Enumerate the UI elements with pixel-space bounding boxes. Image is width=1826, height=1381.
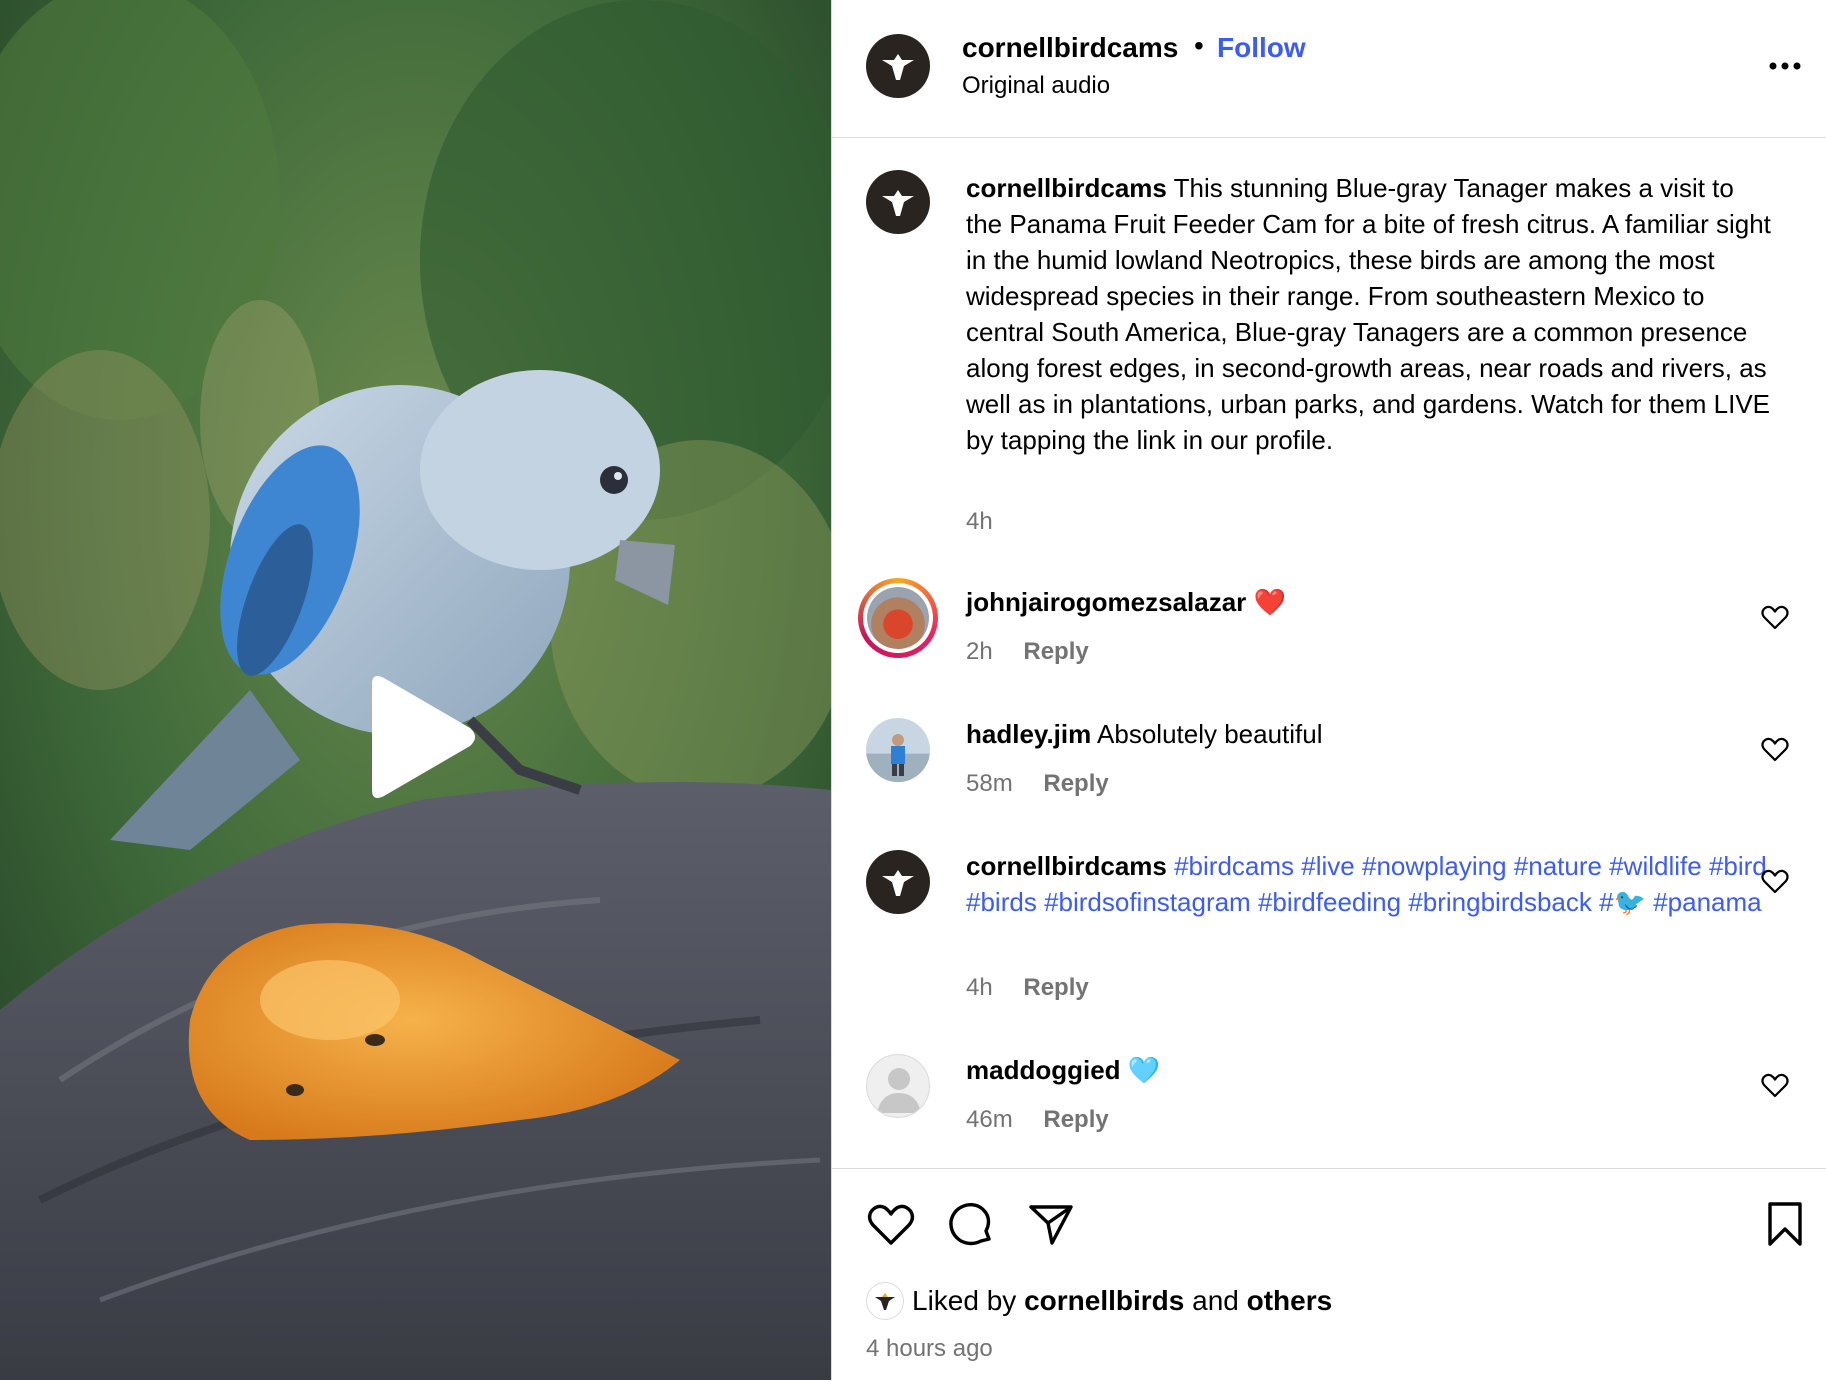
liked-by-prefix: Liked by <box>912 1285 1017 1316</box>
comment-meta: 2h Reply <box>966 638 1089 666</box>
more-options-icon <box>1769 62 1801 70</box>
hashtag-link[interactable]: #bringbirdsback <box>1408 887 1592 917</box>
hashtag-link[interactable]: #bird <box>1709 851 1767 881</box>
caption-body: This stunning Blue-gray Tanager makes a … <box>966 173 1771 455</box>
comment-username[interactable]: maddoggied <box>966 1055 1121 1085</box>
comment-avatar[interactable] <box>866 1054 930 1118</box>
cornell-logo-icon <box>882 54 914 80</box>
cornell-logo-icon <box>875 1293 895 1310</box>
comment-meta: 4h Reply <box>966 974 1089 1002</box>
heart-icon <box>1761 605 1789 630</box>
comment-like-button[interactable] <box>1760 1070 1790 1100</box>
comment-body: ❤️ <box>1253 587 1286 617</box>
post-actions: Liked by cornellbirds and others 4 hours… <box>832 1168 1826 1381</box>
reply-button[interactable]: Reply <box>1023 638 1088 665</box>
hashtag-link[interactable]: #birdfeeding <box>1258 887 1401 917</box>
heart-icon <box>1761 737 1789 762</box>
liked-by-and: and <box>1192 1285 1239 1316</box>
like-button[interactable] <box>866 1199 916 1249</box>
caption-username[interactable]: cornellbirdcams <box>966 173 1167 203</box>
reply-button[interactable]: Reply <box>1043 1106 1108 1133</box>
comment-body: Absolutely beautiful <box>1097 719 1323 749</box>
post-header: cornellbirdcams • Follow Original audio <box>832 0 1826 138</box>
comment-body: 🩵 <box>1127 1055 1161 1085</box>
comment-avatar[interactable] <box>858 578 938 658</box>
hashtag-link[interactable]: #nowplaying <box>1362 851 1507 881</box>
hashtag-link[interactable]: #live <box>1301 851 1354 881</box>
comment-like-button[interactable] <box>1760 866 1790 896</box>
comment-text: cornellbirdcams #birdcams #live #nowplay… <box>966 848 1776 920</box>
heart-icon <box>1761 1073 1789 1098</box>
heart-icon <box>1761 869 1789 894</box>
heart-icon <box>867 1204 915 1245</box>
liked-by-user[interactable]: cornellbirds <box>1024 1285 1184 1317</box>
comment-text: johnjairogomezsalazar ❤️ <box>966 584 1776 620</box>
save-button[interactable] <box>1760 1199 1810 1249</box>
liked-by-others[interactable]: others <box>1247 1285 1333 1317</box>
comment-like-button[interactable] <box>1760 734 1790 764</box>
comment-meta: 58m Reply <box>966 770 1109 798</box>
comment-time: 58m <box>966 770 1013 797</box>
comment-time: 46m <box>966 1106 1013 1133</box>
comment-meta: 46m Reply <box>966 1106 1109 1134</box>
caption-text: cornellbirdcams This stunning Blue-gray … <box>966 170 1776 458</box>
hashtag-link[interactable]: #nature <box>1514 851 1602 881</box>
bookmark-icon <box>1768 1202 1802 1246</box>
avatar-photo <box>866 734 930 782</box>
share-icon <box>1029 1205 1073 1245</box>
hashtag-link[interactable]: #wildlife <box>1609 851 1702 881</box>
separator-dot: • <box>1194 30 1204 61</box>
default-user-icon <box>877 1068 921 1113</box>
follow-button[interactable]: Follow <box>1217 32 1306 64</box>
profile-avatar[interactable] <box>866 34 930 98</box>
hashtag-link[interactable]: #birdcams <box>1174 851 1294 881</box>
comment-like-button[interactable] <box>1760 602 1790 632</box>
comment-avatar[interactable] <box>866 718 930 782</box>
comment-time: 4h <box>966 974 993 1001</box>
hashtag-link[interactable]: #birdsofinstagram <box>1044 887 1251 917</box>
comment-avatar[interactable] <box>866 850 930 914</box>
reply-button[interactable]: Reply <box>1043 770 1108 797</box>
hashtag-link[interactable]: #panama <box>1653 887 1761 917</box>
liker-avatar <box>866 1282 904 1320</box>
more-options-button[interactable] <box>1760 46 1810 86</box>
likes-summary[interactable]: Liked by cornellbirds and others <box>866 1281 1332 1321</box>
reply-button[interactable]: Reply <box>1023 974 1088 1001</box>
comment-username[interactable]: cornellbirdcams <box>966 851 1167 881</box>
comment-text: hadley.jim Absolutely beautiful <box>966 716 1776 752</box>
caption-time: 4h <box>966 508 993 535</box>
post-time: 4 hours ago <box>866 1335 993 1362</box>
cornell-logo-icon <box>882 870 914 896</box>
video-player[interactable] <box>0 0 831 1380</box>
post-sidebar: cornellbirdcams • Follow Original audio … <box>831 0 1826 1380</box>
hashtag-link[interactable]: #birds <box>966 887 1037 917</box>
comment-text: maddoggied 🩵 <box>966 1052 1776 1088</box>
play-icon <box>372 676 475 798</box>
comment-icon <box>949 1202 991 1246</box>
post-username[interactable]: cornellbirdcams <box>962 32 1178 64</box>
share-button[interactable] <box>1026 1199 1076 1249</box>
comment-button[interactable] <box>946 1199 996 1249</box>
hashtag-link[interactable]: #🐦 <box>1599 887 1646 917</box>
comment-username[interactable]: hadley.jim <box>966 719 1091 749</box>
comment-time: 2h <box>966 638 993 665</box>
audio-link[interactable]: Original audio <box>962 72 1110 100</box>
play-button[interactable] <box>358 672 478 802</box>
comment-username[interactable]: johnjairogomezsalazar <box>966 587 1246 617</box>
cornell-logo-icon <box>882 190 914 216</box>
comments-list[interactable]: cornellbirdcams This stunning Blue-gray … <box>832 138 1826 1168</box>
avatar-photo <box>867 587 929 649</box>
caption-avatar[interactable] <box>866 170 930 234</box>
